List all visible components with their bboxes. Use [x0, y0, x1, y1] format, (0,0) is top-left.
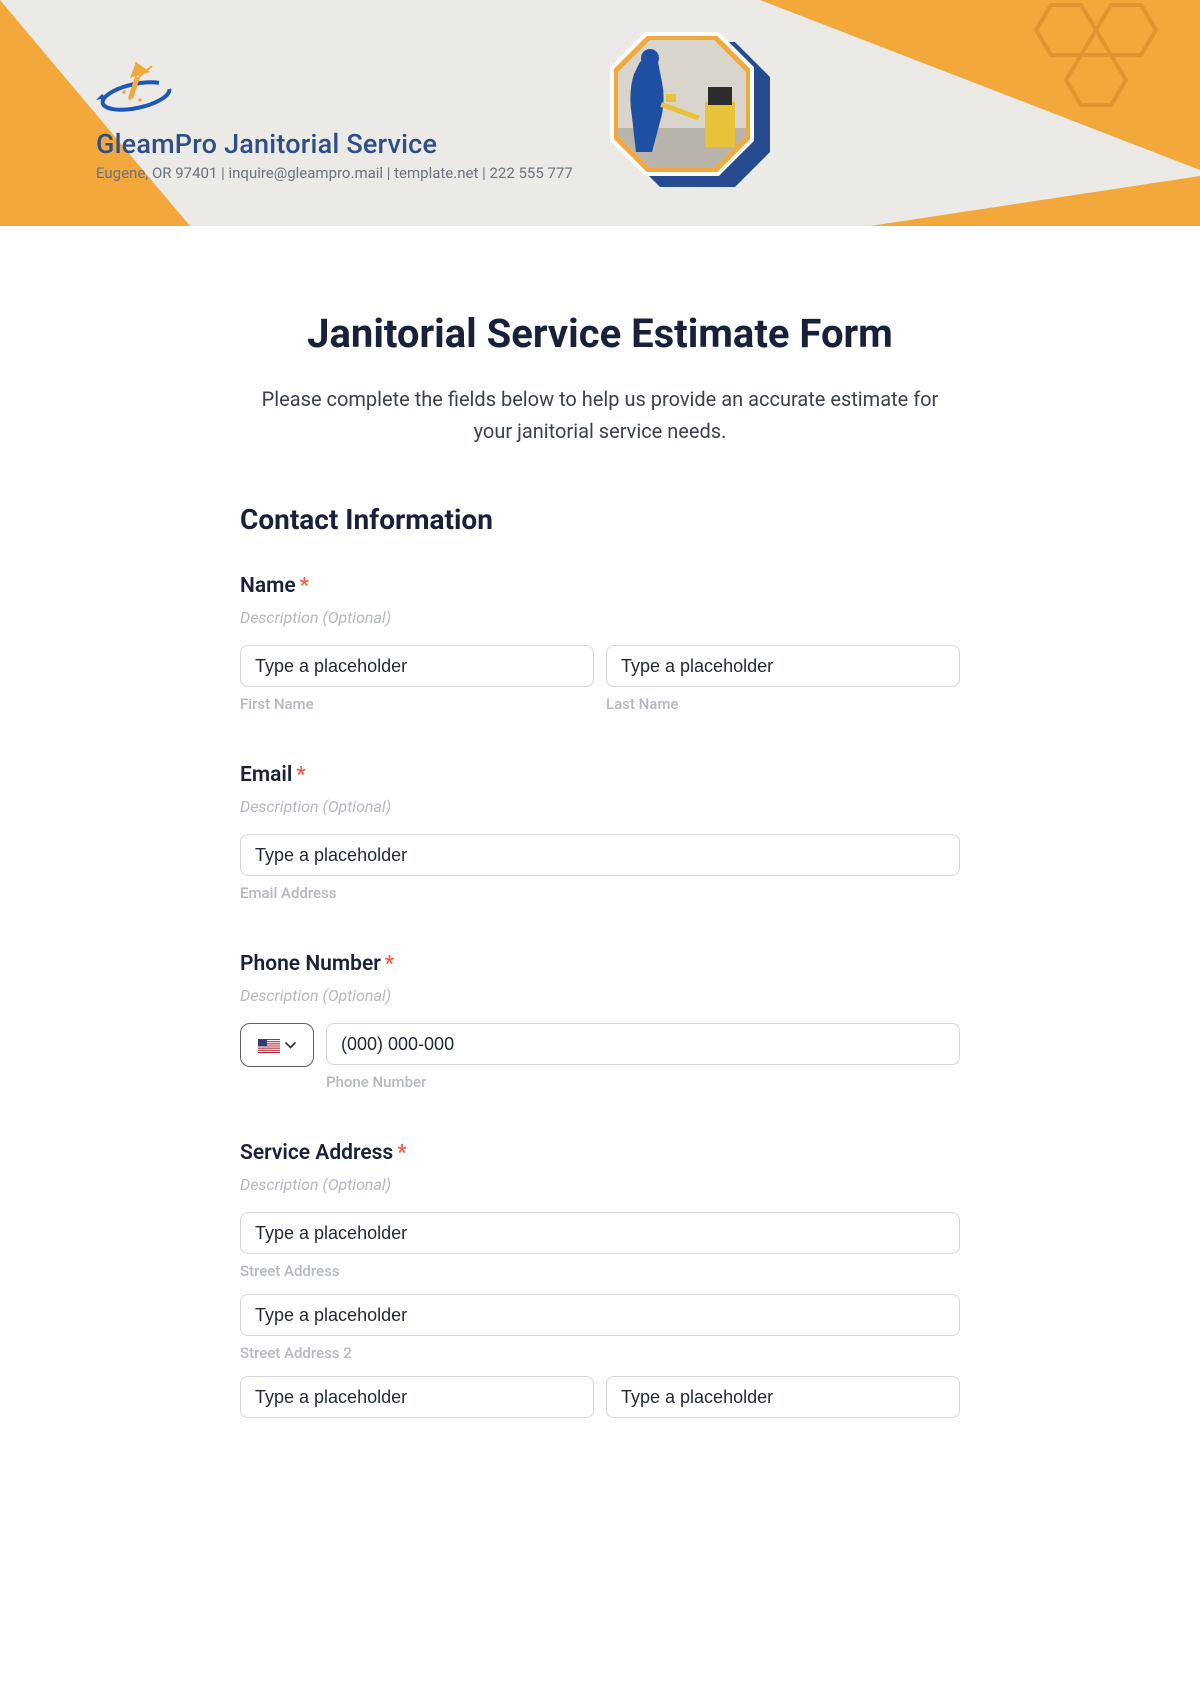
form-title: Janitorial Service Estimate Form [240, 310, 960, 357]
phone-hint: Description (Optional) [240, 986, 960, 1005]
required-marker: * [300, 574, 309, 598]
us-flag-icon [258, 1038, 280, 1052]
name-label: Name [240, 574, 296, 598]
field-email: Email * Description (Optional) Email Add… [240, 763, 960, 902]
street-address-2-input[interactable] [240, 1294, 960, 1336]
company-meta: Eugene, OR 97401 | inquire@gleampro.mail… [96, 164, 573, 182]
required-marker: * [385, 952, 394, 976]
form-container: Janitorial Service Estimate Form Please … [190, 226, 1010, 1508]
field-name: Name * Description (Optional) First Name… [240, 574, 960, 713]
hero-hex-frame [590, 32, 780, 201]
state-input[interactable] [606, 1376, 960, 1418]
country-code-button[interactable] [240, 1023, 314, 1067]
email-label: Email [240, 763, 292, 787]
page-header: GleamPro Janitorial Service Eugene, OR 9… [0, 0, 1200, 226]
required-marker: * [296, 763, 305, 787]
first-name-sublabel: First Name [240, 695, 594, 713]
company-name: GleamPro Janitorial Service [96, 128, 573, 160]
address-label: Service Address [240, 1141, 393, 1165]
company-logo [96, 58, 573, 118]
field-phone: Phone Number * Description (Optional) Ph… [240, 952, 960, 1091]
name-hint: Description (Optional) [240, 608, 960, 627]
chevron-down-icon [285, 1042, 296, 1049]
form-description: Please complete the fields below to help… [240, 383, 960, 447]
field-address: Service Address * Description (Optional)… [240, 1141, 960, 1418]
required-marker: * [397, 1141, 406, 1165]
section-contact-heading: Contact Information [240, 503, 960, 536]
email-sublabel: Email Address [240, 884, 960, 902]
street-address-input[interactable] [240, 1212, 960, 1254]
last-name-input[interactable] [606, 645, 960, 687]
phone-input[interactable] [326, 1023, 960, 1065]
street-address-2-sublabel: Street Address 2 [240, 1344, 960, 1362]
city-input[interactable] [240, 1376, 594, 1418]
header-accent-right-bottom [870, 176, 1200, 226]
honeycomb-icon [1016, 0, 1186, 150]
email-hint: Description (Optional) [240, 797, 960, 816]
email-input[interactable] [240, 834, 960, 876]
address-hint: Description (Optional) [240, 1175, 960, 1194]
phone-sublabel: Phone Number [326, 1073, 960, 1091]
company-block: GleamPro Janitorial Service Eugene, OR 9… [96, 58, 573, 182]
phone-label: Phone Number [240, 952, 381, 976]
first-name-input[interactable] [240, 645, 594, 687]
street-address-sublabel: Street Address [240, 1262, 960, 1280]
last-name-sublabel: Last Name [606, 695, 960, 713]
